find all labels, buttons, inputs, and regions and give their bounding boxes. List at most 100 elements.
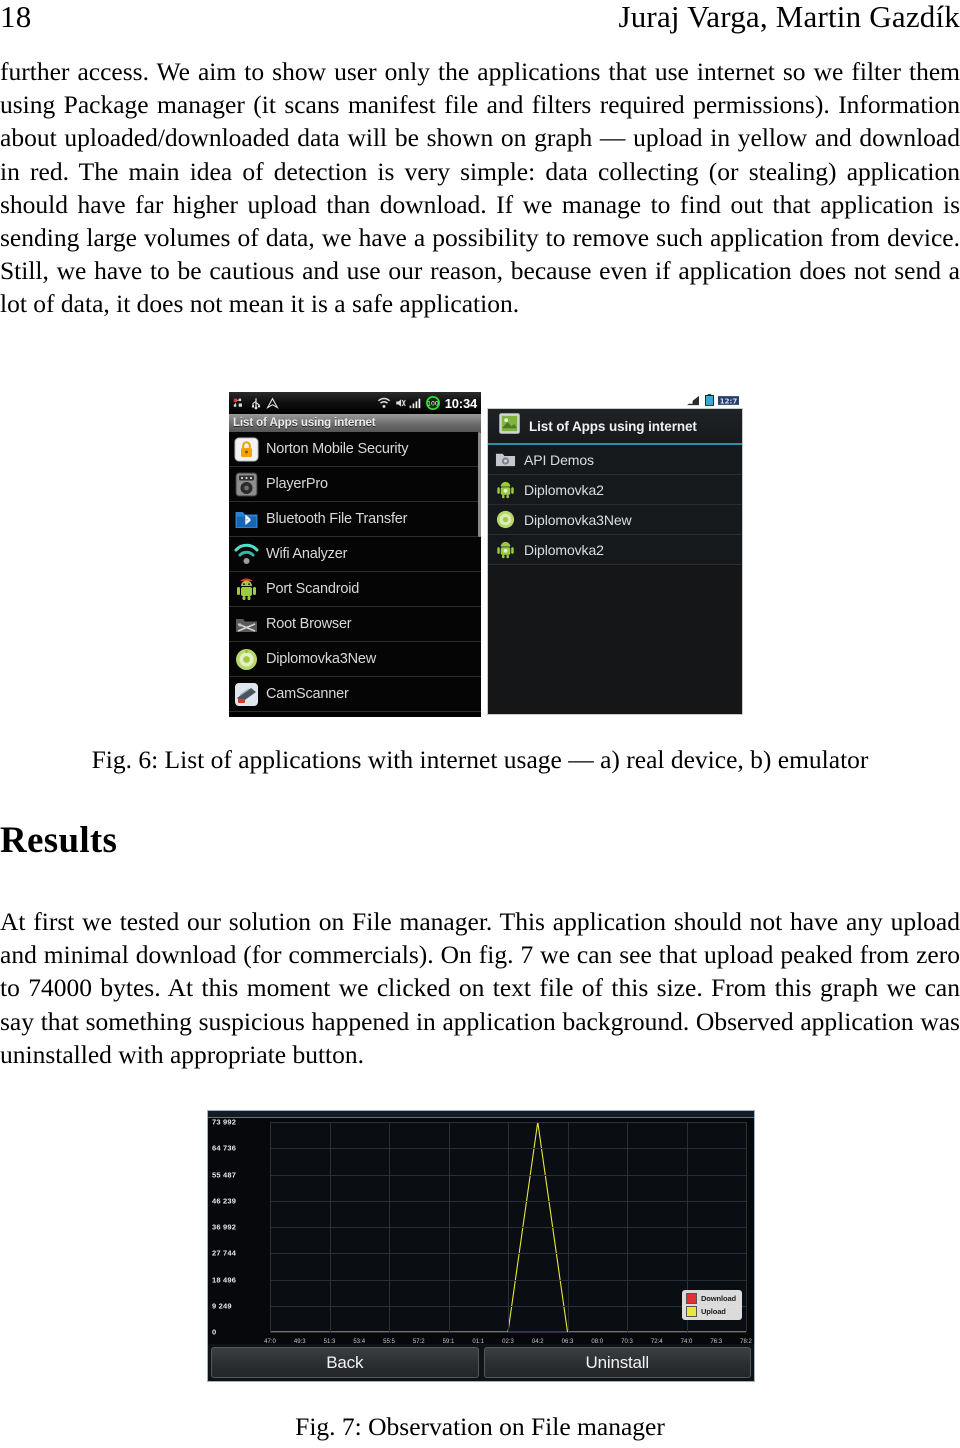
network-usage-chart: 73 992 64 736 55 487 46 239 36 992 27 744 18 4… xyxy=(208,1118,754,1346)
window-titlebar-strip xyxy=(208,1111,754,1118)
signal-bars-icon xyxy=(687,395,699,405)
padlock-icon xyxy=(234,437,259,462)
chart-gridline xyxy=(448,1122,450,1332)
legend-label: Download xyxy=(700,1294,736,1303)
list-item-label: Diplomovka3New xyxy=(524,511,632,528)
list-item-label: Bluetooth File Transfer xyxy=(266,511,408,527)
chart-gridline xyxy=(567,1122,569,1332)
chart-y-tick-label: 73 992 xyxy=(212,1117,237,1127)
gear-folder-icon xyxy=(495,449,516,470)
emulator-action-bar: List of Apps using internet xyxy=(488,409,742,445)
svg-text:12:7: 12:7 xyxy=(720,397,738,405)
list-item[interactable]: Diplomovka2 xyxy=(488,535,742,565)
root-folder-icon xyxy=(234,612,259,637)
chart-y-tick-label: 27 744 xyxy=(212,1248,237,1258)
status-bar-left-icons xyxy=(233,397,279,410)
caret-up-icon xyxy=(266,397,279,409)
list-item-label: Diplomovka2 xyxy=(524,541,604,558)
sync-icon xyxy=(233,398,242,407)
chart-y-tick-label: 64 736 xyxy=(212,1143,237,1153)
list-item-label: Diplomovka3New xyxy=(266,651,377,667)
battery-icon: 100 xyxy=(425,396,440,410)
list-item-label: Wifi Analyzer xyxy=(266,546,348,562)
status-bar-right-icons: 100 10:34 xyxy=(377,396,477,411)
legend-label: Upload xyxy=(700,1307,726,1316)
list-item-label: CamScanner xyxy=(266,686,349,702)
mute-icon xyxy=(396,399,406,407)
button-bar: Back Uninstall xyxy=(208,1344,754,1381)
emulator-status-bar: 12:7 xyxy=(485,392,745,408)
bluetooth-folder-icon xyxy=(234,507,259,532)
android-robot-icon xyxy=(495,509,516,530)
svg-text:100: 100 xyxy=(427,400,439,407)
list-title-bar: List of Apps using internet xyxy=(229,414,481,432)
wifi-icon xyxy=(377,397,390,408)
usb-icon xyxy=(251,397,261,409)
list-item-label: Port Scandroid xyxy=(266,581,360,597)
app-launcher-icon xyxy=(499,413,520,439)
body-paragraph-1: further access. We aim to show user only… xyxy=(0,55,960,321)
list-item-label: Root Browser xyxy=(266,616,352,632)
figure-6b-emulator-screenshot: 12:7 List of Apps using internet API Dem… xyxy=(485,392,745,717)
chart-y-tick-label: 36 992 xyxy=(212,1222,237,1232)
list-item[interactable]: Root Browser xyxy=(229,607,481,642)
list-scrollbar[interactable] xyxy=(478,432,481,537)
signal-bars-icon xyxy=(409,398,421,409)
chart-gridline xyxy=(389,1122,390,1332)
list-item[interactable]: Port Scandroid xyxy=(229,572,481,607)
chart-y-axis: 73 992 64 736 55 487 46 239 36 992 27 744 18 4… xyxy=(208,1118,270,1346)
android-head-icon xyxy=(234,647,259,672)
body-paragraph-2: At first we tested our solution on File … xyxy=(0,905,960,1071)
clock-icon: 12:7 xyxy=(718,395,739,405)
page-number: 18 xyxy=(0,0,32,34)
running-header: 18 Juraj Varga, Martin Gazdík xyxy=(0,0,960,40)
figure-7-observation-screenshot: 73 992 64 736 55 487 46 239 36 992 27 744 18 4… xyxy=(207,1110,755,1382)
chart-plot-area xyxy=(270,1122,747,1333)
list-item[interactable]: Wifi Analyzer xyxy=(229,537,481,572)
list-item-label: PlayerPro xyxy=(266,476,328,492)
list-item-label: Norton Mobile Security xyxy=(266,441,409,457)
figure-7-caption: Fig. 7: Observation on File manager xyxy=(295,1412,665,1441)
battery-icon xyxy=(705,394,714,406)
app-list-emulator[interactable]: API Demos Diplomovka2 Diplomovka3New Dip… xyxy=(488,445,742,565)
uninstall-button[interactable]: Uninstall xyxy=(483,1347,751,1378)
android-robot-icon xyxy=(234,577,259,602)
back-button[interactable]: Back xyxy=(211,1347,479,1378)
chart-gridline xyxy=(329,1122,331,1332)
chart-y-tick-label: 55 487 xyxy=(212,1170,237,1180)
list-item[interactable]: API Demos xyxy=(488,445,742,475)
android-status-bar: 100 10:34 xyxy=(229,392,481,414)
list-item[interactable]: Diplomovka2 xyxy=(488,475,742,505)
status-bar-clock: 10:34 xyxy=(444,395,477,411)
document-page: 18 Juraj Varga, Martin Gazdík further ac… xyxy=(0,0,960,1448)
chart-gridline xyxy=(627,1122,628,1332)
list-item[interactable]: Diplomovka3New xyxy=(488,505,742,535)
action-bar-title: List of Apps using internet xyxy=(529,418,697,434)
legend-item-download: Download xyxy=(685,1293,736,1304)
list-item[interactable]: Bluetooth File Transfer xyxy=(229,502,481,537)
figure-6-caption: Fig. 6: List of applications with intern… xyxy=(91,745,869,774)
chart-gridline xyxy=(270,1122,271,1332)
chart-y-tick-label: 9 249 xyxy=(212,1301,232,1311)
chart-y-tick-label: 0 xyxy=(212,1327,217,1337)
legend-swatch-download xyxy=(685,1293,697,1304)
android-robot-icon xyxy=(495,479,516,500)
speaker-icon xyxy=(234,472,259,497)
list-item[interactable]: Diplomovka3New xyxy=(229,642,481,677)
android-robot-icon xyxy=(495,539,516,560)
list-item[interactable]: PlayerPro xyxy=(229,467,481,502)
chart-legend: Download Upload xyxy=(681,1290,742,1320)
figure-6: 100 10:34 List of Apps using internet No… xyxy=(229,392,745,717)
section-heading-results: Results xyxy=(0,820,118,861)
emulator-screen: List of Apps using internet API Demos Di… xyxy=(487,408,743,715)
header-authors: Juraj Varga, Martin Gazdík xyxy=(618,0,960,34)
wifi-waves-icon xyxy=(234,542,259,567)
chart-y-tick-label: 46 239 xyxy=(212,1196,237,1206)
list-item[interactable]: CamScanner xyxy=(229,677,481,712)
list-item[interactable]: Norton Mobile Security xyxy=(229,432,481,467)
legend-swatch-upload xyxy=(685,1306,697,1317)
app-list-real-device[interactable]: Norton Mobile Security PlayerPro Bluetoo… xyxy=(229,432,481,712)
paragraph-text: At first we tested our solution on File … xyxy=(0,907,960,1069)
chart-y-tick-label: 18 496 xyxy=(212,1275,237,1284)
paragraph-text: further access. We aim to show user only… xyxy=(0,57,960,319)
